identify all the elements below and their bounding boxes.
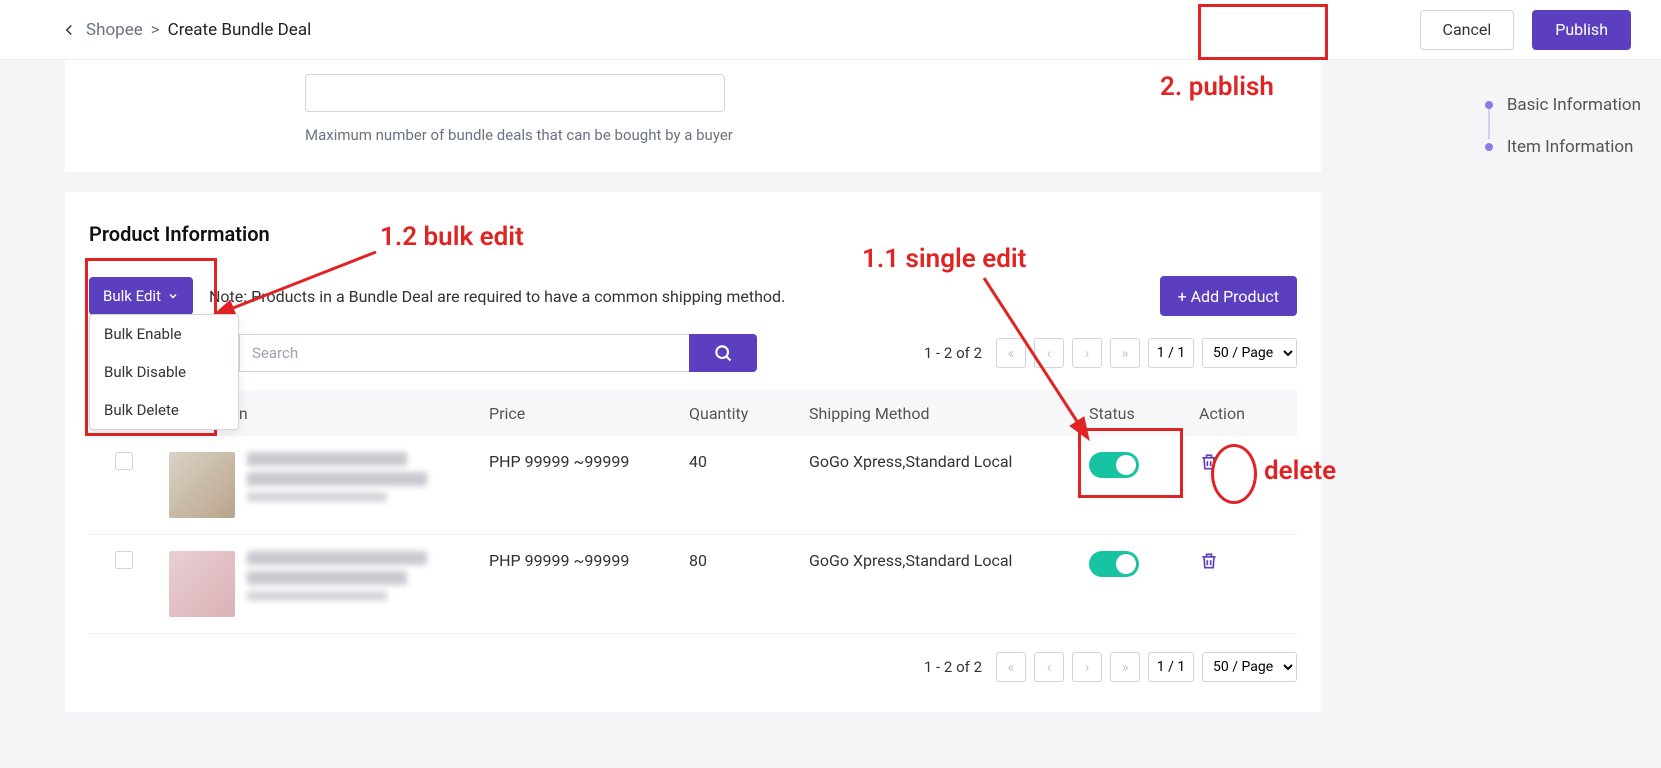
helper-text: Maximum number of bundle deals that can … [305, 126, 1321, 144]
pager-prev[interactable]: ‹ [1034, 652, 1064, 682]
table-row: PHP 99999 ~99999 40 GoGo Xpress,Standard… [89, 436, 1297, 535]
bulk-edit-menu: Bulk Enable Bulk Disable Bulk Delete [89, 314, 239, 430]
section-title: Product Information [65, 192, 1321, 246]
side-nav: Basic Information Item Information [1485, 95, 1641, 179]
top-actions: Cancel Publish [1420, 10, 1631, 50]
pager-page-input[interactable] [1148, 338, 1194, 368]
bulk-enable-item[interactable]: Bulk Enable [90, 315, 238, 353]
add-product-button[interactable]: + Add Product [1160, 276, 1297, 316]
breadcrumb-current: Create Bundle Deal [168, 20, 312, 40]
cell-ship: GoGo Xpress,Standard Local [809, 551, 1089, 570]
search-button[interactable] [689, 334, 757, 372]
top-bar: Shopee > Create Bundle Deal Cancel Publi… [0, 0, 1661, 60]
pager-prev[interactable]: ‹ [1034, 338, 1064, 368]
pager-size-select[interactable]: 50 / Page [1202, 338, 1297, 368]
table-row: PHP 99999 ~99999 80 GoGo Xpress,Standard… [89, 535, 1297, 634]
shipping-note: Note: Products in a Bundle Deal are requ… [209, 287, 785, 306]
back-icon[interactable] [60, 21, 78, 39]
status-toggle[interactable] [1089, 551, 1139, 577]
pager-first[interactable]: « [996, 652, 1026, 682]
pager-range: 1 - 2 of 2 [924, 658, 982, 676]
pager-next[interactable]: › [1072, 338, 1102, 368]
bulk-disable-item[interactable]: Bulk Disable [90, 353, 238, 391]
delete-button[interactable] [1199, 457, 1219, 476]
product-thumbnail [169, 551, 235, 617]
trash-icon [1199, 452, 1219, 472]
th-action: Action [1199, 404, 1279, 423]
search-icon [713, 343, 733, 363]
breadcrumb-sep: > [151, 20, 160, 40]
row-checkbox[interactable] [115, 452, 133, 470]
cell-ship: GoGo Xpress,Standard Local [809, 452, 1089, 471]
pager-first[interactable]: « [996, 338, 1026, 368]
pager-next[interactable]: › [1072, 652, 1102, 682]
row-checkbox[interactable] [115, 551, 133, 569]
bundle-limit-input[interactable] [305, 74, 725, 112]
pager-page-input[interactable] [1148, 652, 1194, 682]
sidenav-item-label: Item Information [1507, 137, 1634, 157]
product-thumbnail [169, 452, 235, 518]
publish-button[interactable]: Publish [1532, 10, 1631, 50]
pager-bottom: 1 - 2 of 2 « ‹ › » 50 / Page [924, 652, 1297, 682]
table-header: nformation Price Quantity Shipping Metho… [89, 390, 1297, 436]
pager-last[interactable]: » [1110, 338, 1140, 368]
cell-price: PHP 99999 ~99999 [489, 452, 689, 471]
pager-size-select[interactable]: 50 / Page [1202, 652, 1297, 682]
pager-top: 1 - 2 of 2 « ‹ › » 50 / Page [924, 338, 1297, 368]
th-ship: Shipping Method [809, 404, 1089, 423]
trash-icon [1199, 551, 1219, 571]
search-input[interactable] [239, 334, 689, 372]
pager-last[interactable]: » [1110, 652, 1140, 682]
product-info-card: Product Information Bulk Edit Note: Prod… [65, 192, 1321, 712]
status-toggle[interactable] [1089, 452, 1139, 478]
breadcrumb-root[interactable]: Shopee [86, 20, 143, 40]
product-name-blurred [247, 452, 427, 518]
sidenav-item[interactable]: Item Information [1485, 137, 1641, 157]
cell-qty: 40 [689, 452, 809, 471]
delete-button[interactable] [1199, 556, 1219, 575]
sidenav-basic[interactable]: Basic Information [1485, 95, 1641, 115]
breadcrumb: Shopee > Create Bundle Deal [60, 20, 311, 40]
th-status: Status [1089, 404, 1199, 423]
chevron-down-icon [167, 290, 179, 302]
basic-info-fragment: Maximum number of bundle deals that can … [65, 60, 1321, 172]
bulk-edit-button[interactable]: Bulk Edit [89, 277, 193, 315]
cell-price: PHP 99999 ~99999 [489, 551, 689, 570]
sidenav-basic-label: Basic Information [1507, 95, 1641, 115]
pager-range: 1 - 2 of 2 [924, 344, 982, 362]
product-name-blurred [247, 551, 427, 617]
th-price: Price [489, 404, 689, 423]
product-table: nformation Price Quantity Shipping Metho… [89, 390, 1297, 634]
cancel-button[interactable]: Cancel [1420, 10, 1515, 50]
cell-qty: 80 [689, 551, 809, 570]
th-qty: Quantity [689, 404, 809, 423]
bulk-edit-label: Bulk Edit [103, 287, 161, 305]
bulk-delete-item[interactable]: Bulk Delete [90, 391, 238, 429]
